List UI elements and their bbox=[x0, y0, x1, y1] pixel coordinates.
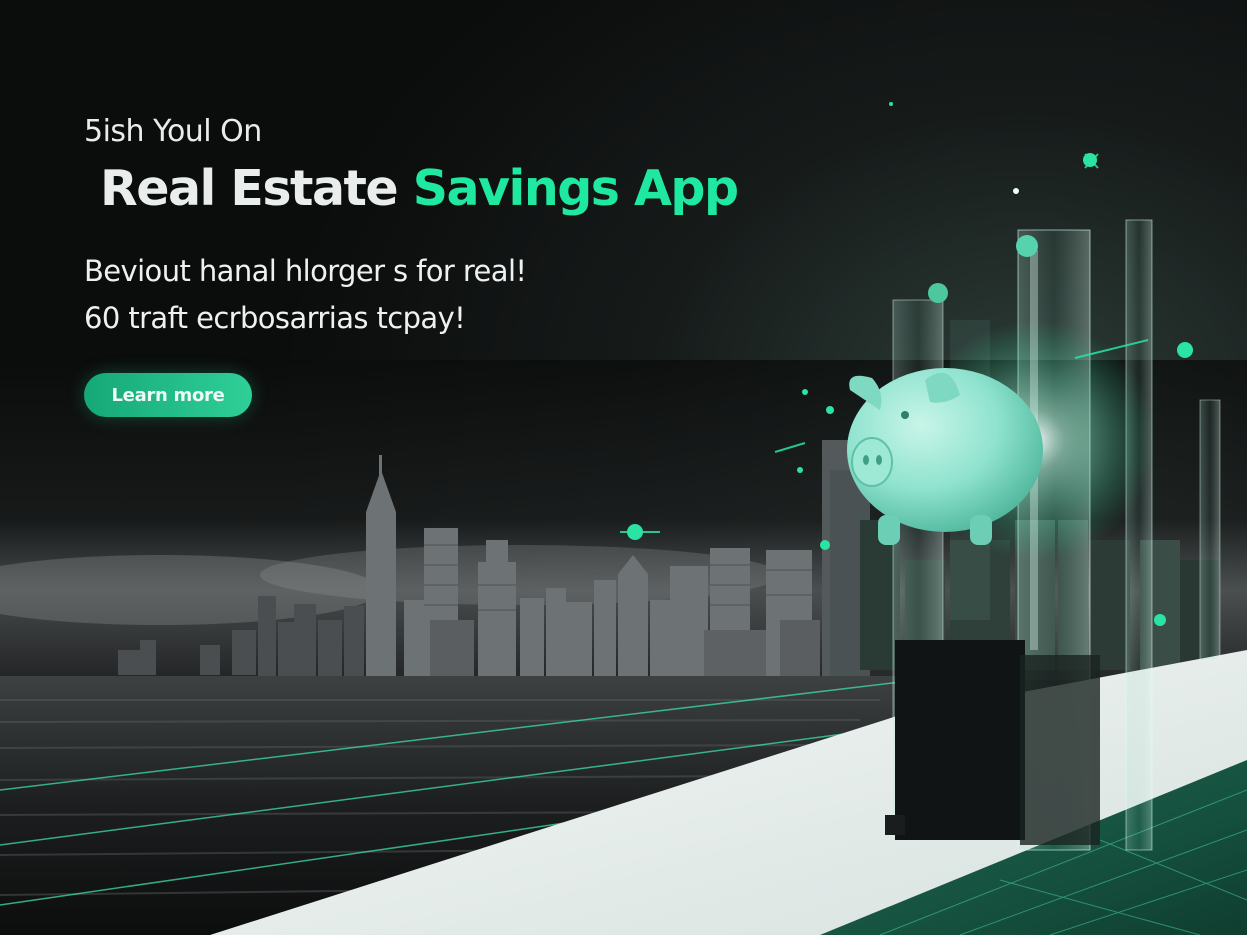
hero-title-accent: Savings App bbox=[412, 160, 739, 217]
hero-subtitle-line2: 60 traft ecrbosarrias tcpay! bbox=[84, 301, 466, 335]
hero-eyebrow: 5ish Youl On bbox=[84, 114, 262, 149]
hero-section: 5ish Youl On Real Estate Savings App Bev… bbox=[0, 0, 1247, 935]
hero-title-white: Real Estate bbox=[100, 160, 399, 217]
hero-subtitle-line1: Beviout hanal hlorger s for real! bbox=[84, 254, 527, 288]
hero-title: Real Estate Savings App bbox=[100, 160, 739, 217]
learn-more-button[interactable]: Learn more bbox=[84, 373, 252, 417]
